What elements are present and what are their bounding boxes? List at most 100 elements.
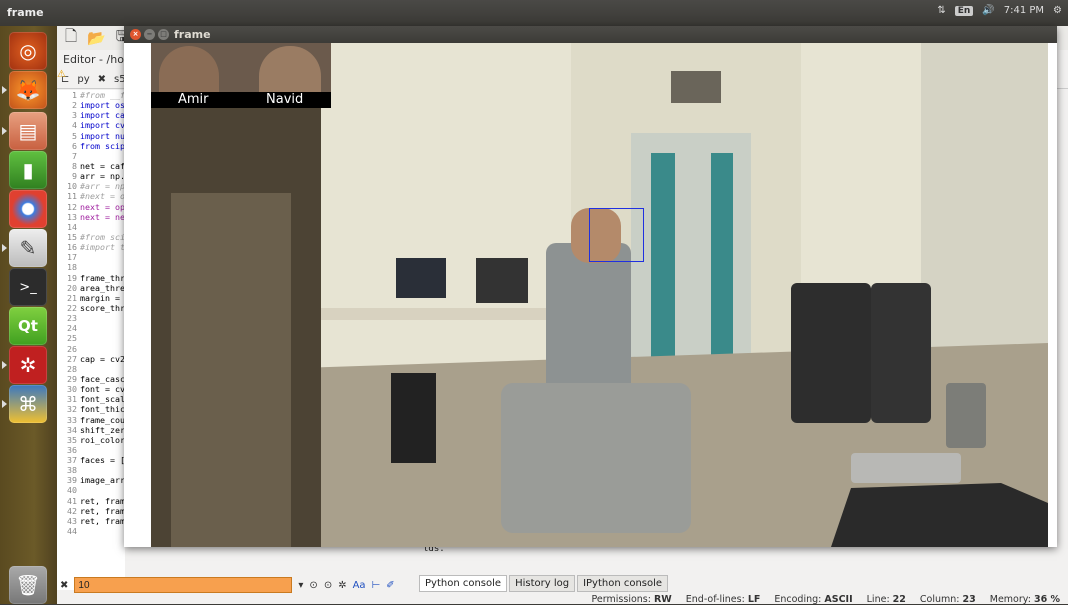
clock[interactable]: 7:41 PM	[1004, 5, 1044, 16]
network-icon[interactable]: ⇅	[937, 5, 945, 16]
code-line[interactable]: 9 arr = np.	[57, 171, 125, 181]
code-line[interactable]: 44	[57, 526, 125, 536]
code-area[interactable]: 1 #from __f 2 import os 3 import ca 4 import cv…	[57, 90, 125, 590]
firefox-icon[interactable]: 🦊	[9, 71, 47, 109]
code-line[interactable]: 34 shift_zer	[57, 425, 125, 435]
chrome-icon[interactable]	[9, 190, 47, 228]
code-line[interactable]: 20 area_thre	[57, 283, 125, 293]
python-icon[interactable]: ⌘	[9, 385, 47, 423]
code-line[interactable]: 39 image_arr	[57, 475, 125, 485]
code-line[interactable]: 25	[57, 333, 125, 343]
code-line[interactable]: 42 ret, fram	[57, 506, 125, 516]
code-line[interactable]: 31 font_scal	[57, 394, 125, 404]
code-line[interactable]: 12 next = op	[57, 202, 125, 212]
qt-icon[interactable]: Qt	[9, 307, 47, 345]
face-label-navid: Navid	[266, 92, 304, 107]
code-line[interactable]: 16 #import t	[57, 242, 125, 252]
open-folder-icon[interactable]: 📂	[87, 29, 106, 47]
find-bar: ✖ ▾ ⊙ ⊙ ✲ Aa ⊢ ✐	[57, 574, 420, 596]
trash-icon[interactable]: 🗑	[9, 566, 47, 604]
code-line[interactable]: 10 #arr = np	[57, 181, 125, 191]
close-find-icon[interactable]: ✖	[60, 580, 68, 591]
code-line[interactable]: 36	[57, 445, 125, 455]
tab-history-log[interactable]: History log	[509, 575, 576, 592]
code-line[interactable]: 15 #from sci	[57, 232, 125, 242]
whole-word-icon[interactable]: ⊢	[372, 580, 381, 591]
line-number: 34	[67, 424, 77, 435]
new-file-icon[interactable]: 🗋	[65, 26, 77, 51]
code-line[interactable]: 29 face_casc	[57, 374, 125, 384]
maximize-window-icon[interactable]: □	[158, 29, 169, 40]
camera-feed	[151, 43, 1048, 547]
code-line[interactable]: 40	[57, 485, 125, 495]
code-text: image_arr	[80, 475, 125, 486]
code-line[interactable]: 21 margin =	[57, 293, 125, 303]
code-line[interactable]: 1 #from __f	[57, 90, 125, 100]
status-column: Column: 23	[919, 594, 976, 605]
tab-ipython-console[interactable]: IPython console	[577, 575, 669, 592]
settings-gear-icon[interactable]: ⚙	[1053, 5, 1062, 16]
code-text: font_thic	[80, 404, 125, 415]
ubuntu-dash-icon[interactable]: ◎	[9, 32, 47, 70]
code-line[interactable]: 35 roi_color	[57, 435, 125, 445]
volume-icon[interactable]: 🔊	[982, 5, 994, 16]
code-line[interactable]: 3 import ca	[57, 110, 125, 120]
close-icon[interactable]: ✖	[98, 74, 106, 85]
code-line[interactable]: 17	[57, 252, 125, 262]
code-line[interactable]: 26	[57, 344, 125, 354]
code-text: area_thre	[80, 282, 125, 293]
code-line[interactable]: 33 frame_cou	[57, 415, 125, 425]
face-label-amir: Amir	[178, 92, 209, 107]
line-number: 7	[72, 150, 77, 161]
frame-titlebar[interactable]: × − □ frame	[124, 26, 1057, 43]
code-line[interactable]: 24	[57, 323, 125, 333]
case-sensitive-icon[interactable]: Aa	[353, 580, 366, 591]
code-line[interactable]: 27 cap = cv2	[57, 354, 125, 364]
tab-python-console[interactable]: Python console	[419, 575, 508, 592]
code-text: #from sci	[80, 231, 125, 242]
code-line[interactable]: 43ret, frame = cap.read()	[57, 516, 125, 526]
files-icon[interactable]: ▤	[9, 112, 47, 150]
line-number: 4	[72, 120, 77, 131]
code-line[interactable]: 32 font_thic	[57, 404, 125, 414]
terminal-icon[interactable]: >_	[9, 268, 47, 306]
keyboard-layout-indicator[interactable]: En	[954, 5, 974, 16]
find-previous-icon[interactable]: ⊙	[309, 580, 317, 591]
find-input[interactable]	[74, 577, 293, 593]
code-line[interactable]: 13 next = ne	[57, 212, 125, 222]
line-number: 32	[67, 404, 77, 415]
code-line[interactable]: 28	[57, 364, 125, 374]
close-window-icon[interactable]: ×	[130, 29, 141, 40]
find-dropdown-icon[interactable]: ▾	[298, 580, 303, 591]
code-line[interactable]: 7	[57, 151, 125, 161]
tab-py[interactable]: py	[77, 74, 89, 85]
code-line[interactable]: 18	[57, 262, 125, 272]
minimize-window-icon[interactable]: −	[144, 29, 155, 40]
find-next-icon[interactable]: ⊙	[324, 580, 332, 591]
find-options-icon[interactable]: ✲	[338, 580, 346, 591]
code-line[interactable]: 38	[57, 465, 125, 475]
code-text: ret, fram	[80, 495, 125, 506]
line-number: 38	[67, 465, 77, 476]
code-text: net = caf	[80, 160, 125, 171]
highlight-icon[interactable]: ✐	[386, 580, 394, 591]
spyder-icon[interactable]: ✲	[9, 346, 47, 384]
code-line[interactable]: 5 import nu	[57, 131, 125, 141]
code-line[interactable]: 6 from scip	[57, 141, 125, 151]
code-line[interactable]: 41 ret, fram	[57, 496, 125, 506]
code-line[interactable]: 37 faces = [	[57, 455, 125, 465]
green-app-icon[interactable]: ▮	[9, 151, 47, 189]
code-line[interactable]: 23	[57, 313, 125, 323]
line-number: 1	[72, 90, 77, 100]
code-line[interactable]: 30 font = cv	[57, 384, 125, 394]
code-line[interactable]: 22 score_thr	[57, 303, 125, 313]
text-editor-icon[interactable]: ✎	[9, 229, 47, 267]
code-text: import cv	[80, 120, 125, 131]
code-line[interactable]: 14	[57, 222, 125, 232]
code-line[interactable]: 4 import cv	[57, 120, 125, 130]
code-line[interactable]: 8 net = caf	[57, 161, 125, 171]
code-line[interactable]: 19 frame_thr	[57, 273, 125, 283]
line-number: 37	[67, 455, 77, 466]
code-line[interactable]: 2 import os	[57, 100, 125, 110]
code-line[interactable]: 11 #next = o	[57, 191, 125, 201]
